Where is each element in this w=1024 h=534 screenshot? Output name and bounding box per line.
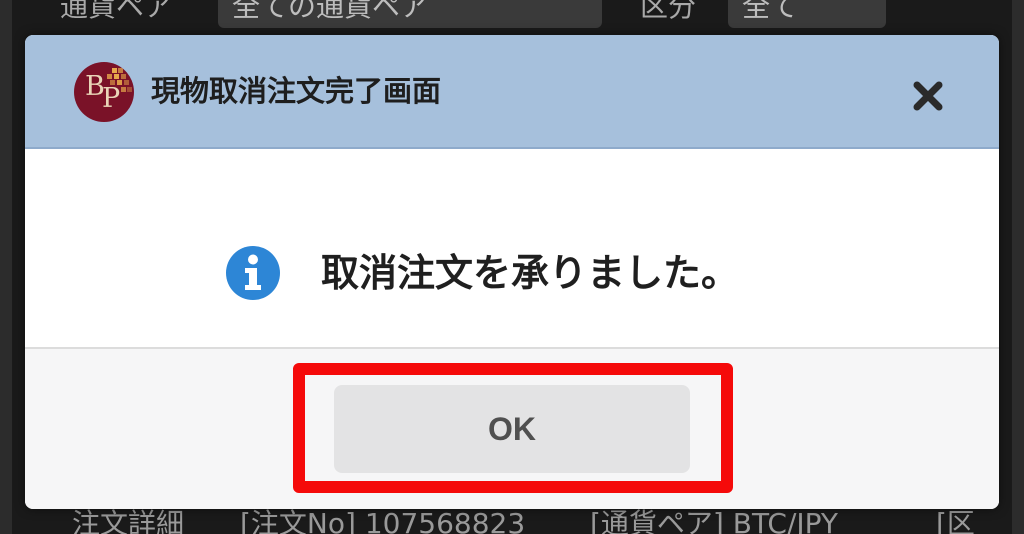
background-type-select[interactable]: 全て bbox=[728, 0, 886, 28]
background-detail-label: 注文詳細 bbox=[72, 508, 185, 534]
background-type-label: 区分 bbox=[640, 0, 697, 23]
logo-letter-p: P bbox=[102, 83, 121, 114]
cancel-complete-dialog: B P 現物取消注文完了画面 取消注文を承りました。 OK bbox=[25, 35, 999, 509]
dialog-footer: OK bbox=[25, 347, 999, 509]
background-order-details: 注文詳細 [注文No] 107568823 [通貨ペア] BTC/JPY [区 bbox=[0, 508, 1024, 534]
background-currency-pair: [通貨ペア] BTC/JPY bbox=[590, 508, 839, 534]
info-icon bbox=[225, 245, 281, 301]
background-currency-label: 通貨ペア bbox=[60, 0, 173, 23]
confirmation-message: 取消注文を承りました。 bbox=[321, 251, 740, 295]
ok-button[interactable]: OK bbox=[334, 385, 690, 473]
background-right-strip bbox=[1012, 0, 1024, 534]
dialog-body: 取消注文を承りました。 bbox=[25, 149, 999, 347]
background-currency-select[interactable]: 全ての通貨ペア bbox=[218, 0, 602, 28]
background-filter-bar: 通貨ペア 全ての通貨ペア 区分 全て bbox=[0, 0, 1024, 30]
dialog-title: 現物取消注文完了画面 bbox=[151, 74, 442, 108]
close-icon[interactable] bbox=[911, 79, 945, 113]
background-left-strip bbox=[0, 0, 12, 534]
background-type-cut: [区 bbox=[936, 508, 975, 534]
brand-logo: B P bbox=[74, 62, 134, 122]
dialog-header: B P 現物取消注文完了画面 bbox=[25, 35, 999, 149]
background-order-no: [注文No] 107568823 bbox=[240, 508, 526, 534]
